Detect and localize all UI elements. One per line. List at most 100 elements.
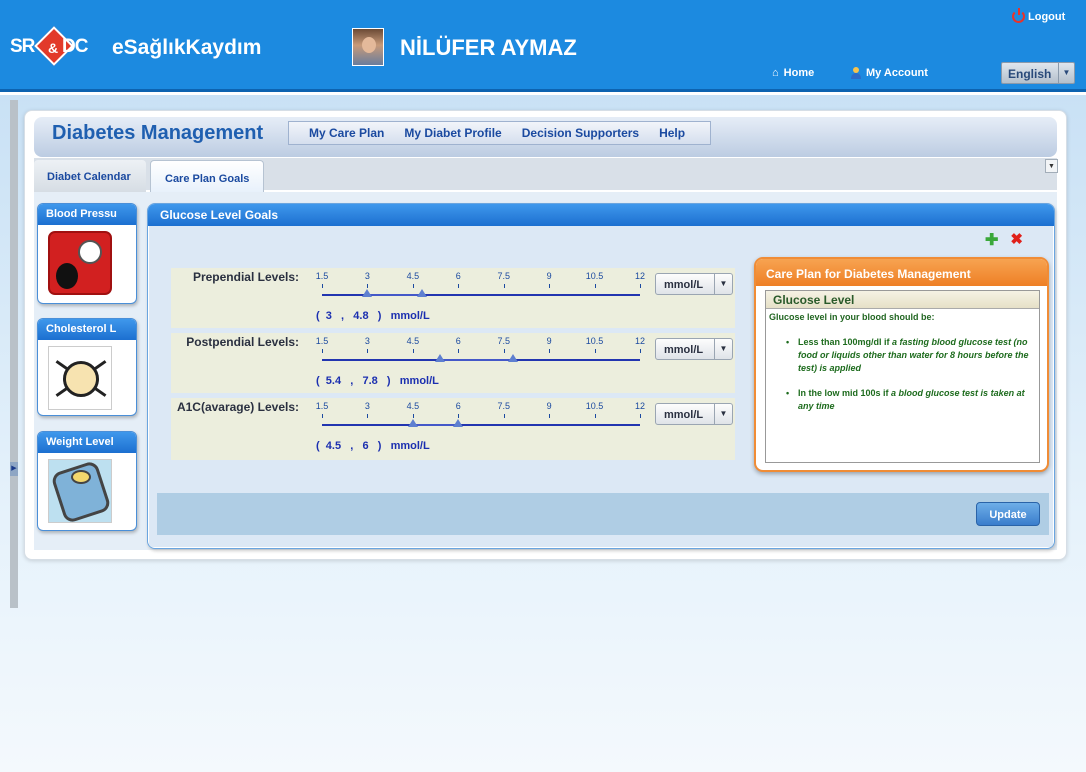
update-button[interactable]: Update	[976, 502, 1040, 526]
tick-mark	[640, 414, 641, 418]
tick-mark	[503, 349, 505, 353]
blood-pressure-icon	[48, 231, 112, 295]
tick-mark	[594, 349, 596, 353]
tick-label: 6	[455, 336, 461, 346]
panel-title: Glucose Level Goals	[148, 204, 1054, 226]
widget-weight-level[interactable]: Weight Level	[37, 431, 137, 531]
avatar	[352, 28, 384, 66]
widget-title: Weight Level	[38, 432, 136, 453]
widget-cholesterol[interactable]: Cholesterol L	[37, 318, 137, 416]
unit-select[interactable]: mmol/L ▼	[655, 273, 733, 295]
tick-mark	[322, 284, 323, 288]
goal-row-postpendial: Postpendial Levels: 1.5 3 4.5 6 7.5 9 10.5 12 (…	[171, 333, 735, 393]
tick-label: 10.5	[585, 336, 604, 346]
menu-decision-supporters[interactable]: Decision Supporters	[511, 122, 648, 144]
panel-tools: ✚ ✖	[985, 230, 1023, 250]
slider-track[interactable]	[322, 424, 640, 426]
tick-label: 10.5	[585, 271, 604, 281]
slider-thumb-high[interactable]	[416, 289, 427, 297]
add-icon[interactable]: ✚	[985, 230, 998, 250]
tick-mark	[549, 284, 551, 288]
tab-care-plan-goals[interactable]: Care Plan Goals	[150, 160, 264, 192]
tick-mark	[412, 414, 414, 418]
tick-label: 12	[634, 336, 646, 346]
slider-thumb-low[interactable]	[362, 289, 373, 297]
row-label: Postpendial Levels:	[186, 335, 299, 349]
item-prefix: In the low mid 100s if	[798, 388, 889, 398]
logout-label: Logout	[1028, 10, 1066, 23]
tick-label: 4.5	[406, 271, 420, 281]
tick-label: 6	[455, 401, 461, 411]
tick-label: 9	[546, 271, 552, 281]
collapse-button[interactable]: ▼	[1045, 159, 1058, 173]
unit-select[interactable]: mmol/L ▼	[655, 338, 733, 360]
home-link[interactable]: ⌂ Home	[772, 67, 814, 79]
tick-mark	[549, 349, 551, 353]
main-menu: My Care Plan My Diabet Profile Decision …	[288, 121, 711, 145]
menu-help[interactable]: Help	[648, 122, 694, 144]
tick-label: 1.5	[315, 271, 329, 281]
goal-row-a1c: A1C(avarage) Levels: 1.5 3 4.5 6 7.5 9 10.5 12 …	[171, 398, 735, 460]
widget-title: Cholesterol L	[38, 319, 136, 340]
tick-mark	[594, 414, 596, 418]
tick-mark	[367, 349, 369, 353]
chevron-down-icon: ▼	[714, 339, 732, 359]
slider-thumb-high[interactable]	[453, 419, 464, 427]
expand-arrow-icon[interactable]: ▶	[10, 462, 18, 476]
tick-mark	[322, 349, 323, 353]
care-plan-box: Glucose Level Glucose level in your bloo…	[765, 290, 1040, 463]
care-list: Less than 100mg/dl if a fasting blood gl…	[766, 322, 1039, 413]
tick-mark	[503, 414, 505, 418]
slider-thumb-low[interactable]	[407, 419, 418, 427]
logo-dc: DC	[62, 36, 88, 57]
language-select[interactable]: English ▼	[1001, 62, 1075, 84]
goal-row-prependial: Prependial Levels: 1.5 3 4.5 6 7.5 9 10.5 12 ( …	[171, 268, 735, 328]
tick-mark	[549, 414, 551, 418]
tick-label: 12	[634, 401, 646, 411]
scale-ticks: 1.5 3 4.5 6 7.5 9 10.5 12	[313, 336, 646, 358]
slider-range	[440, 359, 513, 361]
chevron-down-icon: ▼	[1058, 63, 1074, 83]
item-prefix: Less than 100mg/dl if	[798, 337, 890, 347]
chevron-down-icon: ▼	[714, 404, 732, 424]
delete-icon[interactable]: ✖	[1010, 230, 1023, 250]
tick-label: 7.5	[497, 271, 510, 281]
range-value: ( 3 , 4.8 ) mmol/L	[316, 310, 430, 322]
page-title: Diabetes Management	[52, 122, 264, 144]
scale-ticks: 1.5 3 4.5 6 7.5 9 10.5 12	[313, 401, 646, 423]
slider-thumb-high[interactable]	[507, 354, 518, 362]
widget-blood-pressure[interactable]: Blood Pressu	[37, 203, 137, 304]
list-item: Less than 100mg/dl if a fasting blood gl…	[786, 336, 1035, 375]
chevron-down-icon: ▼	[714, 274, 732, 294]
tick-mark	[367, 414, 369, 418]
panel-footer	[157, 493, 1049, 535]
tick-mark	[322, 414, 323, 418]
tick-mark	[640, 284, 641, 288]
app-logo: SR & DC	[10, 26, 105, 66]
my-account-link[interactable]: My Account	[850, 67, 928, 79]
left-splitter[interactable]	[10, 100, 18, 608]
tick-mark	[458, 414, 460, 418]
menu-my-care-plan[interactable]: My Care Plan	[297, 122, 393, 144]
tick-label: 1.5	[315, 401, 329, 411]
home-icon: ⌂	[772, 67, 779, 79]
weight-scale-icon	[48, 459, 112, 525]
tick-label: 4.5	[406, 336, 420, 346]
tick-mark	[503, 284, 505, 288]
tick-mark	[412, 349, 414, 353]
care-section-title: Glucose Level	[766, 291, 1039, 309]
tick-mark	[412, 284, 414, 288]
care-intro: Glucose level in your blood should be:	[769, 312, 935, 322]
slider-range	[412, 424, 459, 426]
list-item: In the low mid 100s if a blood glucose t…	[786, 387, 1035, 413]
tick-mark	[458, 349, 460, 353]
user-icon	[850, 67, 861, 79]
logout-link[interactable]: Logout	[1012, 8, 1066, 23]
tab-diabet-calendar[interactable]: Diabet Calendar	[34, 160, 146, 192]
menu-my-diabet-profile[interactable]: My Diabet Profile	[393, 122, 510, 144]
widget-title: Blood Pressu	[38, 204, 136, 225]
unit-select[interactable]: mmol/L ▼	[655, 403, 733, 425]
unit-value: mmol/L	[664, 409, 704, 421]
range-value: ( 5.4 , 7.8 ) mmol/L	[316, 375, 439, 387]
slider-thumb-low[interactable]	[435, 354, 446, 362]
